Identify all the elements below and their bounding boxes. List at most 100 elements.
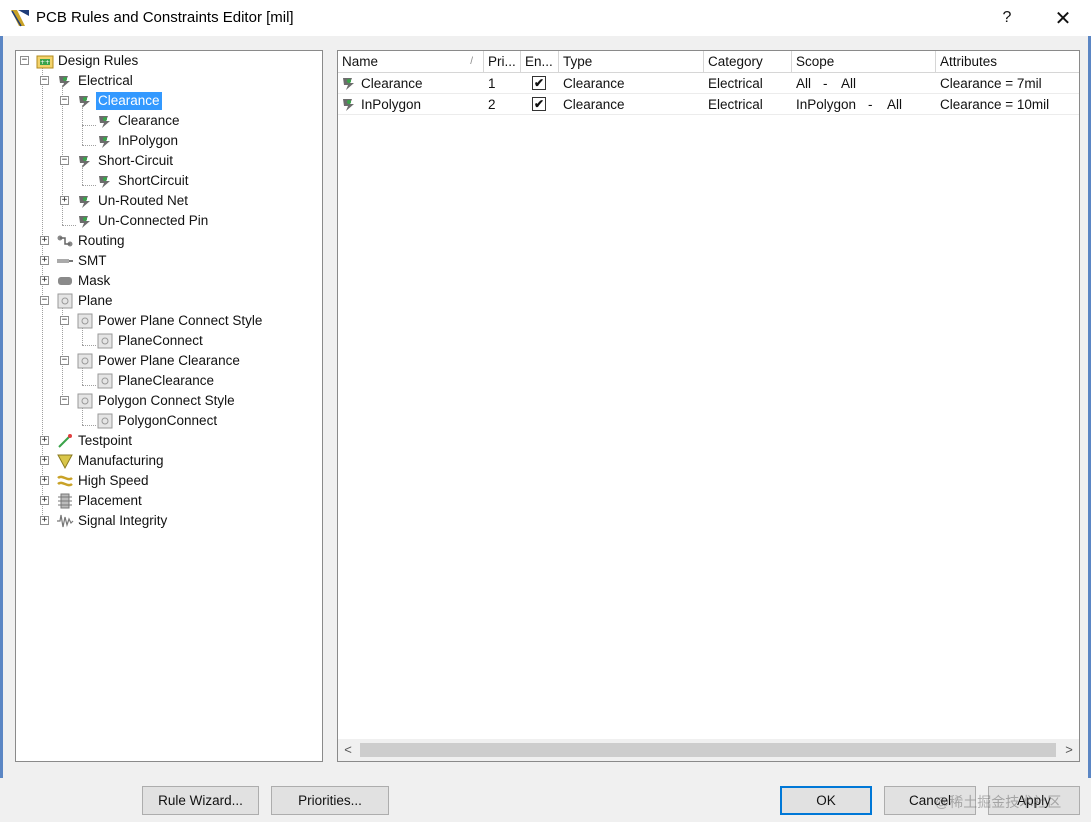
grid-header: Name / Pri... En... Type Category Scope … <box>338 51 1079 73</box>
expand-toggle[interactable]: + <box>60 196 69 205</box>
expand-toggle[interactable]: + <box>40 436 49 445</box>
app-logo-icon <box>11 10 29 27</box>
collapse-toggle[interactable]: − <box>60 316 69 325</box>
unrouted-net-rule-icon <box>79 196 90 208</box>
tree-item-shortcircuit-rule[interactable]: ShortCircuit <box>116 172 191 190</box>
plane-icon <box>77 313 93 329</box>
scroll-left-icon[interactable]: < <box>338 739 358 761</box>
short-circuit-rule-icon <box>79 156 90 168</box>
tree-item-smt[interactable]: SMT <box>76 252 109 270</box>
electrical-rule-icon <box>59 76 70 88</box>
rules-tree[interactable]: − ++ Design Rules − Electrical − Clearan… <box>15 50 323 762</box>
tree-item-polygon-connect-style[interactable]: Polygon Connect Style <box>96 392 237 410</box>
rules-grid[interactable]: Name / Pri... En... Type Category Scope … <box>337 50 1080 762</box>
sort-indicator-icon: / <box>470 56 473 67</box>
collapse-toggle[interactable]: − <box>60 156 69 165</box>
rule-scope-first: All <box>796 76 812 91</box>
tree-item-unrouted-net[interactable]: Un-Routed Net <box>96 192 190 210</box>
expand-toggle[interactable]: + <box>40 256 49 265</box>
tree-item-short-circuit[interactable]: Short-Circuit <box>96 152 175 170</box>
expand-toggle[interactable]: + <box>40 276 49 285</box>
rule-category-cell: Electrical <box>708 97 763 112</box>
scrollbar-thumb[interactable] <box>360 743 1056 757</box>
routing-icon <box>57 235 73 247</box>
plane-icon <box>97 413 113 429</box>
manufacturing-icon <box>57 454 73 470</box>
tree-item-manufacturing[interactable]: Manufacturing <box>76 452 166 470</box>
ok-button[interactable]: OK <box>780 786 872 815</box>
rule-scope-separator: - <box>868 97 873 112</box>
collapse-toggle[interactable]: − <box>40 296 49 305</box>
column-header-label: Name <box>342 54 379 69</box>
tree-item-unconnected-pin[interactable]: Un-Connected Pin <box>96 212 210 230</box>
tree-item-power-plane-clearance[interactable]: Power Plane Clearance <box>96 352 242 370</box>
tree-item-testpoint[interactable]: Testpoint <box>76 432 134 450</box>
tree-item-design-rules[interactable]: Design Rules <box>56 52 140 70</box>
expand-toggle[interactable]: + <box>40 496 49 505</box>
smt-icon <box>57 259 73 263</box>
priorities-button[interactable]: Priorities... <box>271 786 389 815</box>
rule-name-cell[interactable]: Clearance <box>357 73 423 94</box>
rule-enabled-checkbox[interactable]: ✔ <box>532 97 546 111</box>
tree-item-placement[interactable]: Placement <box>76 492 144 510</box>
clearance-rule-icon <box>343 78 354 90</box>
tree-connector <box>82 385 96 386</box>
column-header-priority[interactable]: Pri... <box>484 51 521 73</box>
expand-toggle[interactable]: + <box>40 516 49 525</box>
collapse-toggle[interactable]: − <box>60 396 69 405</box>
tree-item-electrical[interactable]: Electrical <box>76 72 135 90</box>
column-header-attributes[interactable]: Attributes <box>936 51 1079 73</box>
tree-item-clearance-rule[interactable]: Clearance <box>116 112 182 130</box>
plane-icon <box>97 373 113 389</box>
rule-category-cell: Electrical <box>708 76 763 91</box>
column-header-enabled[interactable]: En... <box>521 51 559 73</box>
rule-scope-second: All <box>887 97 903 112</box>
plane-icon <box>77 393 93 409</box>
rule-type-cell: Clearance <box>563 76 625 91</box>
collapse-toggle[interactable]: − <box>40 76 49 85</box>
tree-item-clearance-group[interactable]: Clearance <box>96 92 162 110</box>
scroll-right-icon[interactable]: > <box>1059 739 1079 761</box>
tree-item-mask[interactable]: Mask <box>76 272 112 290</box>
tree-item-plane-clearance[interactable]: PlaneClearance <box>116 372 216 390</box>
tree-item-power-plane-connect-style[interactable]: Power Plane Connect Style <box>96 312 264 330</box>
column-header-category[interactable]: Category <box>704 51 792 73</box>
tree-item-polygon-connect[interactable]: PolygonConnect <box>116 412 219 430</box>
plane-icon <box>97 333 113 349</box>
tree-item-plane-connect[interactable]: PlaneConnect <box>116 332 205 350</box>
clearance-rule-icon <box>343 99 354 111</box>
rule-enabled-checkbox[interactable]: ✔ <box>532 76 546 90</box>
column-header-type[interactable]: Type <box>559 51 704 73</box>
horizontal-scrollbar[interactable]: < > <box>338 739 1079 761</box>
signal-integrity-icon <box>57 514 74 528</box>
tree-connector <box>82 185 96 186</box>
tree-item-plane[interactable]: Plane <box>76 292 115 310</box>
collapse-toggle[interactable]: − <box>60 356 69 365</box>
close-button[interactable]: ✕ <box>1040 0 1086 36</box>
watermark: @稀土掘金技术社区 <box>935 794 1062 810</box>
collapse-toggle[interactable]: − <box>20 56 29 65</box>
tree-connector <box>82 425 96 426</box>
help-button[interactable]: ? <box>990 0 1024 36</box>
svg-text:++: ++ <box>40 59 50 66</box>
expand-toggle[interactable]: + <box>40 476 49 485</box>
tree-connector <box>62 225 76 226</box>
rule-name-cell[interactable]: InPolygon <box>357 94 421 115</box>
clearance-rule-icon <box>99 116 110 128</box>
tree-item-high-speed[interactable]: High Speed <box>76 472 151 490</box>
table-row[interactable]: InPolygon 2 ✔ Clearance Electrical InPol… <box>338 94 1079 115</box>
column-header-name[interactable]: Name / <box>338 51 484 73</box>
tree-connector <box>82 125 96 126</box>
column-header-scope[interactable]: Scope <box>792 51 936 73</box>
collapse-toggle[interactable]: − <box>60 96 69 105</box>
table-row[interactable]: Clearance 1 ✔ Clearance Electrical All -… <box>338 73 1079 94</box>
tree-item-inpolygon-rule[interactable]: InPolygon <box>116 132 180 150</box>
tree-item-signal-integrity[interactable]: Signal Integrity <box>76 512 169 530</box>
rule-scope-second: All <box>841 76 857 91</box>
clearance-rule-icon <box>99 136 110 148</box>
expand-toggle[interactable]: + <box>40 236 49 245</box>
rule-wizard-button[interactable]: Rule Wizard... <box>142 786 259 815</box>
expand-toggle[interactable]: + <box>40 456 49 465</box>
tree-item-routing[interactable]: Routing <box>76 232 127 250</box>
short-circuit-rule-icon <box>99 176 110 188</box>
